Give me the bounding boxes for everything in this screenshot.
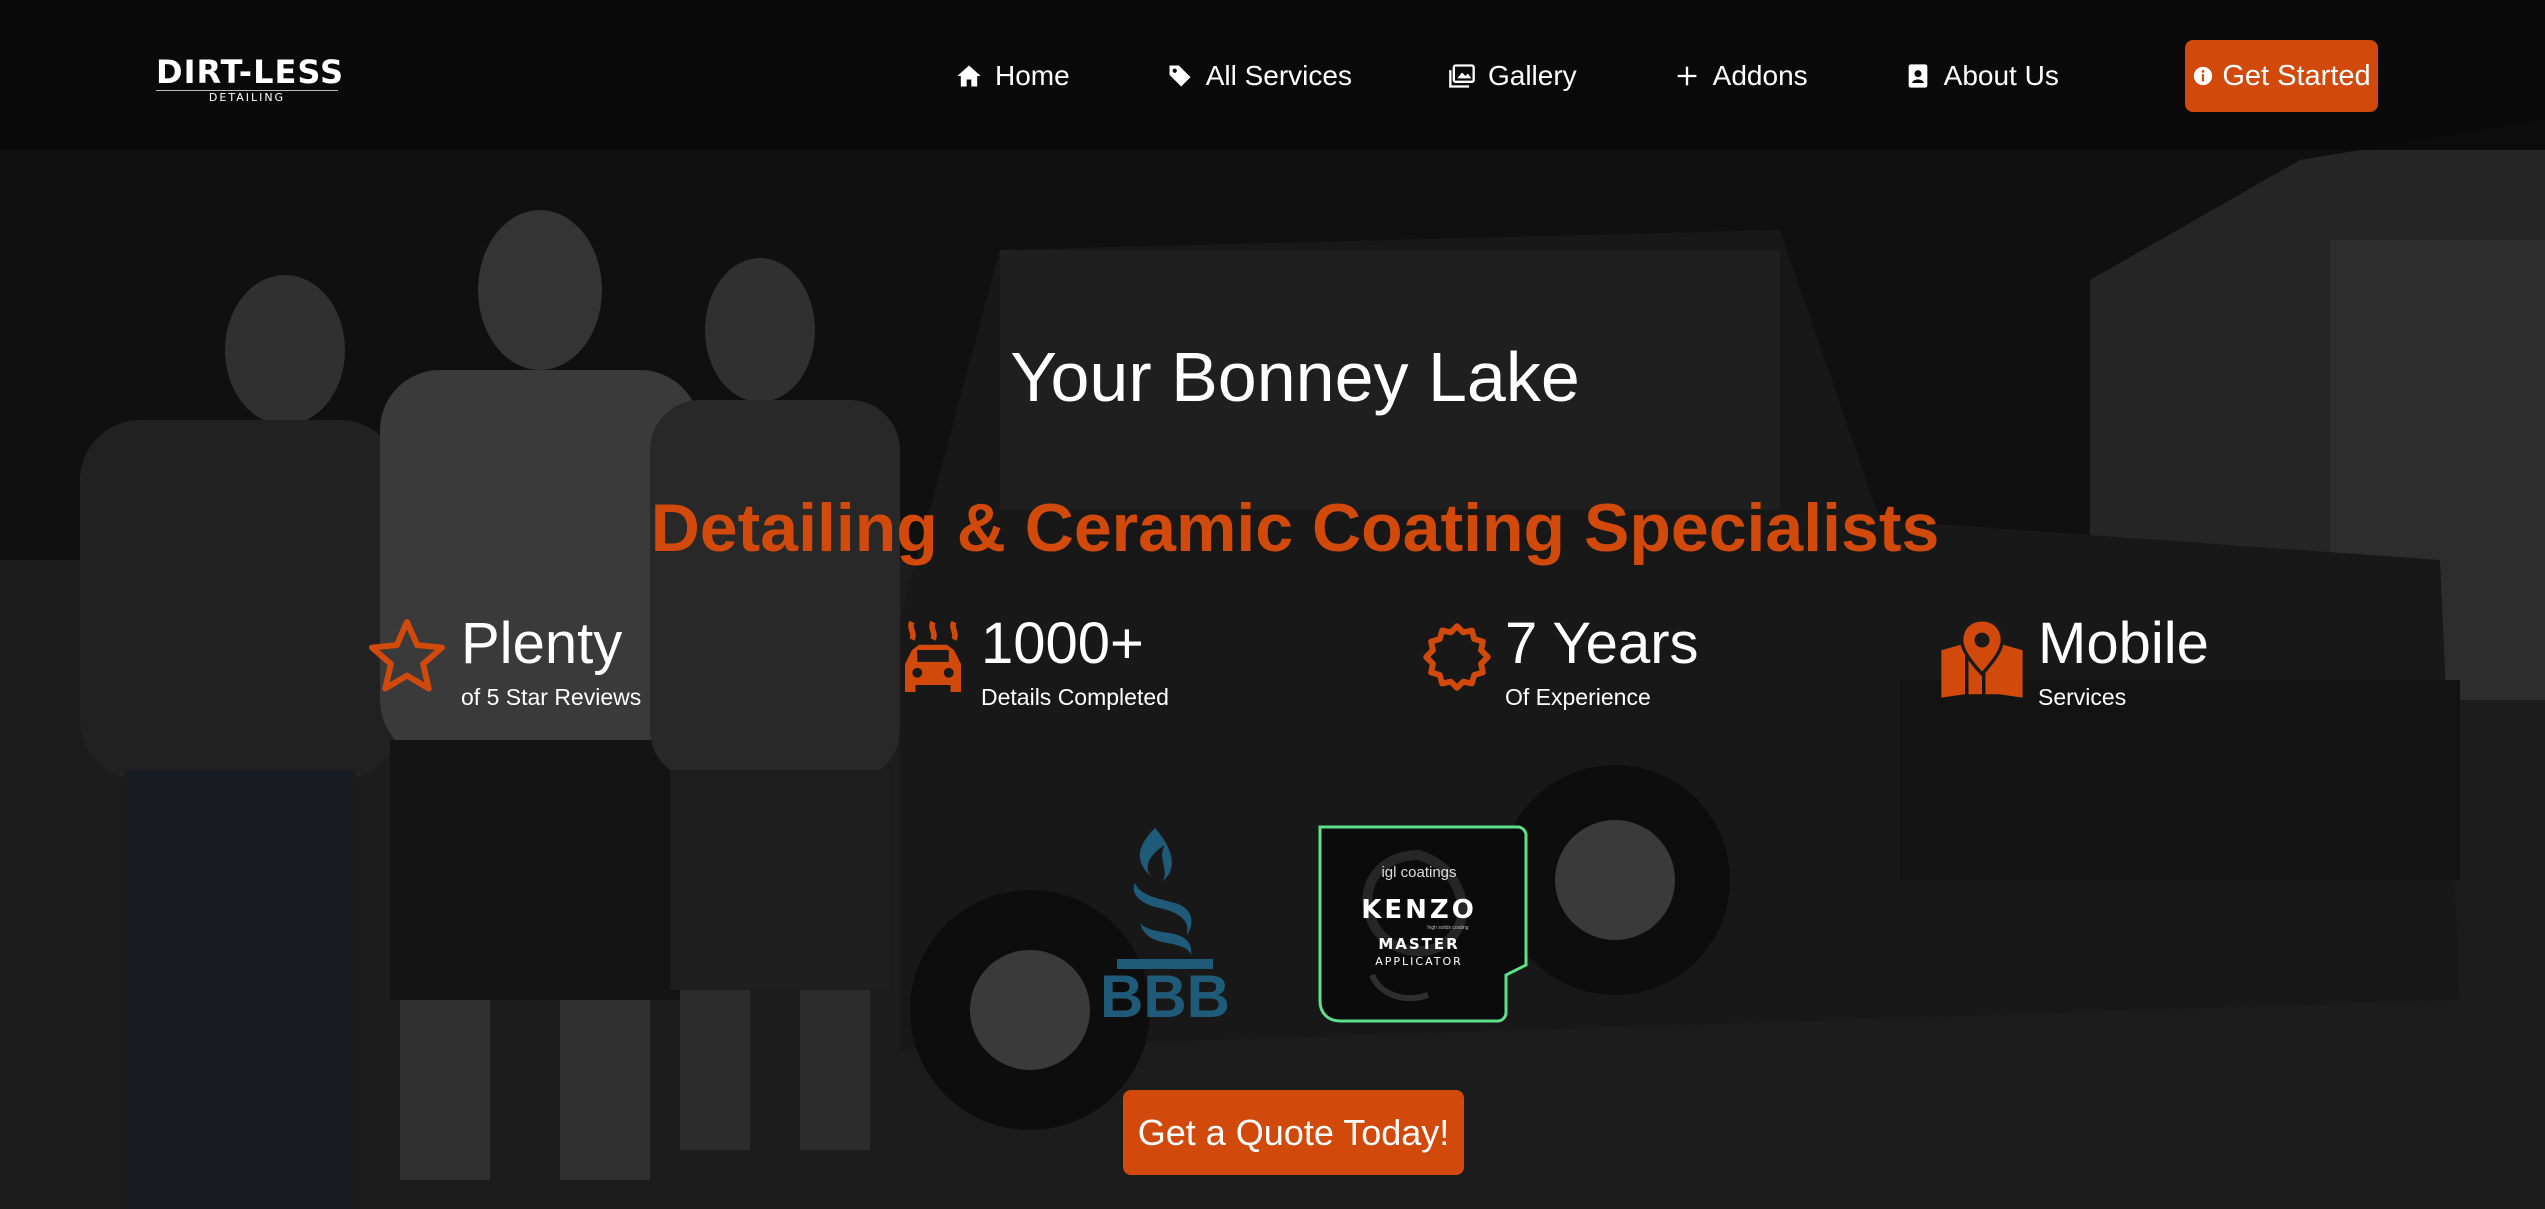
main-nav: Home All Services Gallery Addons About U… — [955, 40, 2155, 112]
images-icon — [1449, 64, 1475, 88]
stat-value: Mobile — [2038, 611, 2209, 676]
map-marker-icon — [1941, 618, 2023, 698]
igl-tagline-text: high solids coating — [1427, 925, 1468, 931]
site-header: DIRT-LESS DETAILING Home All Services Ga… — [0, 0, 2545, 150]
stat-label: of 5 Star Reviews — [461, 684, 642, 710]
id-badge-icon — [1908, 64, 1927, 88]
stat-value: 1000+ — [981, 611, 1144, 676]
certificate-icon — [1423, 623, 1491, 691]
tag-icon — [1169, 65, 1191, 87]
home-icon — [957, 65, 981, 87]
star-outline-icon — [369, 619, 445, 692]
get-started-button[interactable]: Get Started — [2185, 40, 2378, 112]
logo-text: DIRT-LESS — [156, 53, 344, 91]
nav-item-label: Addons — [1712, 60, 1808, 91]
hero-subtitle: Detailing & Ceramic Coating Specialists — [650, 490, 1940, 567]
igl-applicator-text: APPLICATOR — [1375, 955, 1463, 968]
igl-product-text: KENZO — [1361, 895, 1477, 925]
nav-item-home[interactable]: Home — [955, 60, 1070, 92]
nav-item-label: All Services — [1205, 60, 1352, 91]
nav-item-all-services[interactable]: All Services — [1166, 60, 1352, 92]
stat-label: Details Completed — [981, 684, 1169, 710]
logo-subtext: DETAILING — [156, 90, 338, 104]
site-logo[interactable]: DIRT-LESS DETAILING — [156, 55, 343, 104]
bbb-logo[interactable]: BBB — [1095, 823, 1235, 1023]
nav-item-about-us[interactable]: About Us — [1904, 60, 2059, 92]
info-circle-icon — [2194, 66, 2213, 86]
car-wash-icon — [905, 620, 961, 692]
stat-value: Plenty — [461, 611, 623, 676]
get-a-quote-button[interactable]: Get a Quote Today! — [1123, 1090, 1464, 1175]
nav-item-label: Home — [995, 60, 1070, 91]
igl-brand-text: igl coatings — [1381, 864, 1456, 881]
stat-reviews: Plenty of 5 Star Reviews — [365, 611, 665, 715]
hero-content: Your Bonney Lake Detailing & Ceramic Coa… — [0, 0, 2545, 1209]
stat-mobile: Mobile Services — [1938, 611, 2238, 715]
igl-kenzo-master-applicator-badge[interactable]: igl coatings KENZO high solids coating M… — [1310, 825, 1528, 1023]
nav-item-gallery[interactable]: Gallery — [1448, 60, 1577, 92]
nav-item-label: Gallery — [1487, 60, 1577, 91]
stat-details: 1000+ Details Completed — [898, 611, 1198, 715]
stat-label: Services — [2038, 684, 2127, 710]
nav-item-label: About Us — [1943, 60, 2059, 91]
hero-title: Your Bonney Lake — [1010, 337, 1580, 416]
igl-master-text: MASTER — [1378, 935, 1459, 953]
get-started-label: Get Started — [2222, 59, 2371, 92]
bbb-text: BBB — [1100, 963, 1230, 1023]
stat-label: Of Experience — [1505, 684, 1651, 710]
plus-icon — [1677, 66, 1697, 86]
stat-value: 7 Years — [1505, 611, 1699, 676]
stat-experience: 7 Years Of Experience — [1420, 611, 1720, 715]
page: DIRT-LESS DETAILING Home All Services Ga… — [0, 0, 2545, 1209]
nav-item-addons[interactable]: Addons — [1673, 60, 1808, 92]
